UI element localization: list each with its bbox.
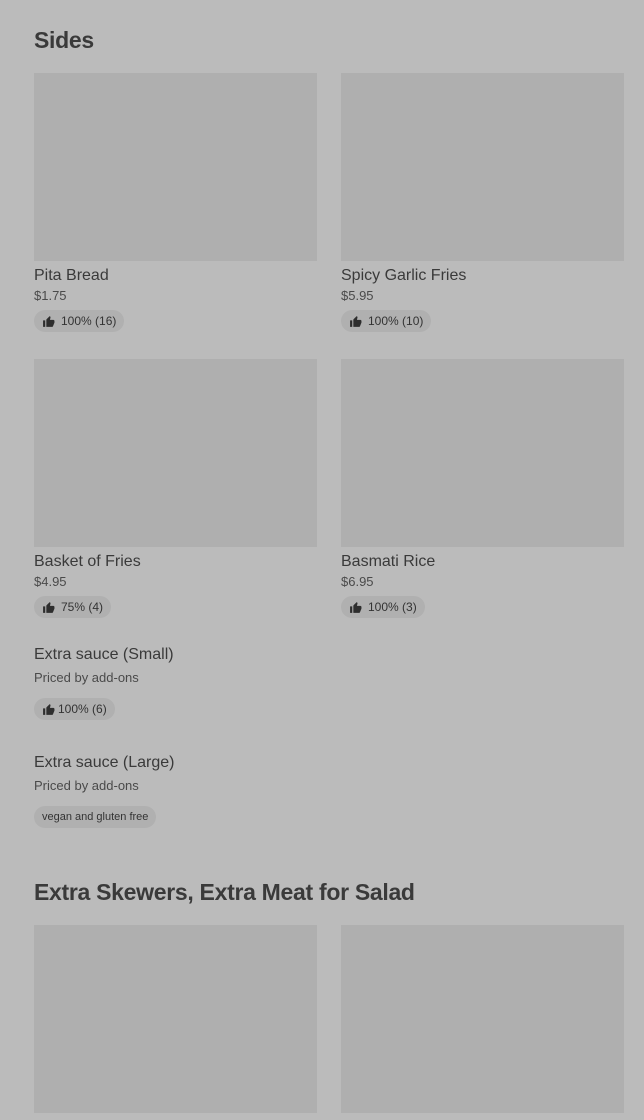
menu-item-image[interactable]: [341, 73, 624, 261]
menu-item-card[interactable]: [341, 925, 624, 1113]
menu-item-name: Extra sauce (Small): [34, 646, 174, 663]
rating-badge: 100% (16): [34, 310, 125, 332]
menu-item-image[interactable]: [34, 73, 317, 261]
thumbs-up-icon: [349, 315, 362, 328]
menu-item-name: Pita Bread: [34, 267, 109, 284]
menu-item-card[interactable]: Basket of Fries $4.95 75% (4): [34, 359, 317, 619]
menu-item-name: Extra sauce (Large): [34, 754, 175, 771]
menu-item-image[interactable]: [341, 925, 624, 1113]
menu-item-row[interactable]: Extra sauce (Small) Priced by add-ons 10…: [34, 645, 317, 721]
menu-item-card[interactable]: Spicy Garlic Fries $5.95 100% (10): [341, 73, 624, 333]
menu-page: Sides Pita Bread $1.75 100% (16) Spicy G…: [0, 0, 644, 1120]
thumbs-up-icon: [42, 703, 55, 716]
menu-item-price: $4.95: [34, 574, 67, 589]
rating-badge: 100% (10): [341, 310, 432, 332]
rating-text: 100% (10): [368, 314, 424, 328]
rating-badge: 100% (3): [341, 596, 425, 618]
menu-item-name: Basket of Fries: [34, 553, 141, 570]
thumbs-up-icon: [42, 315, 55, 328]
thumbs-up-icon: [349, 601, 362, 614]
thumbs-up-icon: [42, 601, 55, 614]
menu-item-description: Priced by add-ons: [34, 670, 139, 685]
rating-badge: 100% (6): [34, 698, 115, 720]
menu-item-description: Priced by add-ons: [34, 778, 139, 793]
menu-item-image[interactable]: [34, 925, 317, 1113]
menu-item-price: $1.75: [34, 288, 67, 303]
menu-item-image[interactable]: [34, 359, 317, 547]
menu-item-price: $5.95: [341, 288, 374, 303]
rating-text: 100% (6): [58, 702, 107, 716]
dietary-tag: vegan and gluten free: [34, 806, 157, 828]
menu-item-image[interactable]: [341, 359, 624, 547]
menu-item-card[interactable]: Pita Bread $1.75 100% (16): [34, 73, 317, 333]
menu-item-name: Spicy Garlic Fries: [341, 267, 467, 284]
rating-text: 100% (3): [368, 600, 417, 614]
rating-badge: 75% (4): [34, 596, 112, 618]
rating-text: 75% (4): [61, 600, 104, 614]
menu-item-row[interactable]: Extra sauce (Large) Priced by add-ons ve…: [34, 753, 317, 828]
section-title-sides: Sides: [34, 27, 94, 53]
menu-item-name: Basmati Rice: [341, 553, 436, 570]
menu-item-card[interactable]: Basmati Rice $6.95 100% (3): [341, 359, 624, 619]
rating-text: 100% (16): [61, 314, 117, 328]
section-title-extra-skewers: Extra Skewers, Extra Meat for Salad: [34, 879, 415, 905]
menu-item-price: $6.95: [341, 574, 374, 589]
menu-item-card[interactable]: [34, 925, 317, 1113]
